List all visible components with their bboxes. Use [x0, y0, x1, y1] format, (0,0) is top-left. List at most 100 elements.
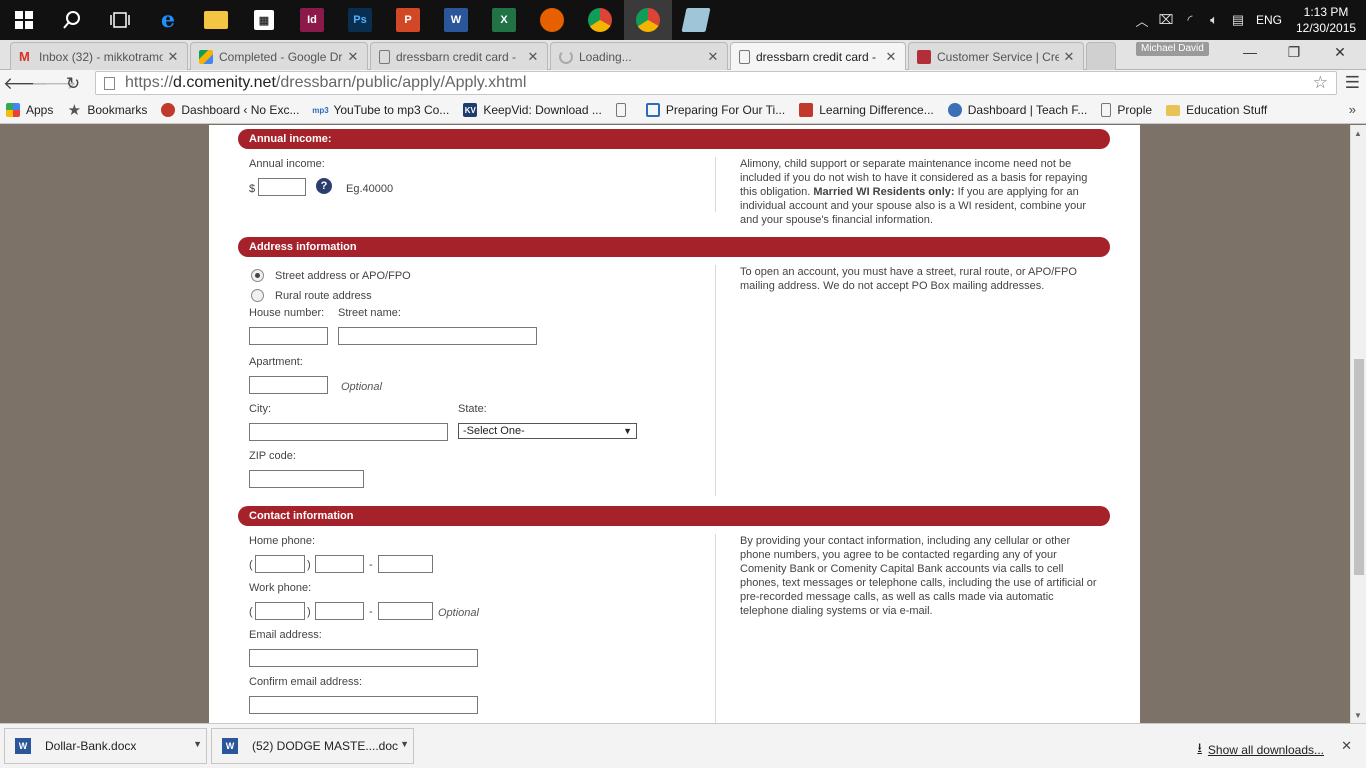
profile-name-chip[interactable]: Michael David — [1136, 42, 1209, 56]
show-all-downloads-link[interactable]: ⭳ Show all downloads... — [1197, 739, 1324, 761]
bookmark-star-icon[interactable]: ☆ — [1313, 73, 1328, 93]
taskbar-store[interactable]: ▦ — [240, 0, 288, 40]
chevron-down-icon[interactable]: ▼ — [400, 739, 409, 749]
page-icon — [615, 103, 626, 117]
taskbar-notes[interactable] — [672, 0, 720, 40]
bookmark-blank-page[interactable] — [615, 103, 632, 117]
back-button[interactable]: 🡐 — [3, 74, 49, 94]
system-tray: ︿ ⌧ ◜ 🔈︎ ▤ ENG 1:13 PM 12/30/2015 — [1130, 0, 1366, 40]
scroll-up-icon[interactable]: ▲ — [1354, 129, 1362, 138]
work-phone-area-code-input[interactable] — [255, 602, 305, 620]
annual-income-input[interactable] — [258, 178, 306, 196]
taskbar-powerpoint[interactable]: P — [384, 0, 432, 40]
clock-time: 1:13 PM — [1303, 5, 1349, 19]
rural-route-radio[interactable] — [251, 289, 264, 302]
taskbar-indesign[interactable]: Id — [288, 0, 336, 40]
download-item[interactable]: W (52) DODGE MASTE....doc ▼ — [211, 728, 414, 764]
bookmark-learning-difference[interactable]: Learning Difference... — [799, 103, 934, 117]
taskbar-firefox[interactable] — [528, 0, 576, 40]
search-icon — [63, 11, 80, 29]
work-phone-prefix-input[interactable] — [315, 602, 364, 620]
clock[interactable]: 1:13 PM 12/30/2015 — [1296, 4, 1356, 36]
address-bar[interactable]: https://d.comenity.net/dressbarn/public/… — [95, 71, 1337, 95]
close-tab-icon[interactable]: ✕ — [347, 49, 359, 65]
bookmark-education-stuff[interactable]: Education Stuff — [1166, 103, 1267, 117]
street-address-radio[interactable] — [251, 269, 264, 282]
state-select[interactable]: -Select One- ▼ — [458, 423, 637, 439]
tab-loading[interactable]: Loading... ✕ — [550, 42, 728, 70]
bookmark-apps[interactable]: Apps — [6, 103, 53, 117]
scroll-thumb[interactable] — [1354, 359, 1364, 575]
minimize-window-button[interactable]: — — [1240, 44, 1260, 60]
page-scrollbar[interactable]: ▲ ▼ — [1350, 125, 1366, 723]
taskbar-chrome-active[interactable] — [624, 0, 672, 40]
restore-window-button[interactable]: ❐ — [1284, 44, 1304, 61]
taskbar-file-explorer[interactable] — [192, 0, 240, 40]
email-input[interactable] — [249, 649, 478, 667]
page-info-icon[interactable] — [104, 76, 115, 90]
home-phone-line-input[interactable] — [378, 555, 433, 573]
download-item[interactable]: W Dollar-Bank.docx ▼ — [4, 728, 207, 764]
close-tab-icon[interactable]: ✕ — [885, 49, 897, 65]
confirm-email-input[interactable] — [249, 696, 478, 714]
taskbar-excel[interactable]: X — [480, 0, 528, 40]
bookmark-bookmarks[interactable]: ★ Bookmarks — [67, 102, 148, 119]
tab-dressbarn-active[interactable]: dressbarn credit card - ✕ — [730, 42, 906, 71]
home-phone-prefix-input[interactable] — [315, 555, 364, 573]
chevron-up-icon[interactable]: ︿ — [1130, 11, 1154, 30]
street-name-input[interactable] — [338, 327, 537, 345]
bookmark-youtube-mp3[interactable]: mp3 YouTube to mp3 Co... — [312, 103, 449, 117]
annual-income-info: Alimony, child support or separate maint… — [740, 158, 1088, 226]
bookmark-teach-for[interactable]: Dashboard | Teach F... — [947, 103, 1087, 117]
new-tab-button[interactable] — [1086, 42, 1116, 70]
annual-income-header: Annual income: — [238, 129, 1110, 149]
taskbar-word[interactable]: W — [432, 0, 480, 40]
bookmark-dashboard-no-excuses[interactable]: Dashboard ‹ No Exc... — [161, 103, 299, 117]
mp3-icon: mp3 — [312, 105, 329, 115]
bookmark-prople[interactable]: Prople — [1101, 103, 1152, 117]
keepvid-icon: KV — [463, 103, 478, 117]
home-phone-area-code-input[interactable] — [255, 555, 305, 573]
search-button[interactable] — [48, 0, 96, 40]
learning-icon — [799, 103, 814, 117]
house-number-input[interactable] — [249, 327, 328, 345]
bookmarks-bar: Apps ★ Bookmarks Dashboard ‹ No Exc... mp… — [0, 97, 1366, 124]
taskbar-edge[interactable]: e — [144, 0, 192, 40]
tab-google-drive[interactable]: Completed - Google Dr ✕ — [190, 42, 368, 70]
tab-gmail[interactable]: M Inbox (32) - mikkotramo ✕ — [10, 42, 188, 70]
close-tab-icon[interactable]: ✕ — [167, 49, 179, 65]
apartment-optional-hint: Optional — [341, 381, 382, 393]
close-tab-icon[interactable]: ✕ — [1063, 49, 1075, 65]
volume-icon[interactable]: 🔈︎ — [1202, 12, 1226, 28]
close-tab-icon[interactable]: ✕ — [527, 49, 539, 65]
tab-customer-service[interactable]: Customer Service | Crec ✕ — [908, 42, 1084, 70]
reload-button[interactable]: ↻ — [59, 74, 87, 94]
help-icon[interactable]: ? — [316, 178, 332, 194]
work-phone-line-input[interactable] — [378, 602, 433, 620]
apartment-input[interactable] — [249, 376, 328, 394]
chevron-down-icon[interactable]: ▼ — [193, 739, 202, 749]
scroll-down-icon[interactable]: ▼ — [1354, 711, 1362, 720]
bookmark-preparing[interactable]: Preparing For Our Ti... — [645, 103, 785, 117]
word-document-icon: W — [222, 738, 238, 754]
close-shelf-icon[interactable]: ✕ — [1341, 738, 1352, 754]
windows-start-button[interactable] — [0, 0, 48, 40]
close-window-button[interactable]: ✕ — [1330, 44, 1350, 61]
tab-dressbarn-1[interactable]: dressbarn credit card - ✕ — [370, 42, 548, 70]
taskbar-chrome[interactable] — [576, 0, 624, 40]
network-icon[interactable]: ⌧ — [1154, 12, 1178, 28]
task-view-button[interactable] — [96, 0, 144, 40]
forward-button[interactable]: 🡒 — [31, 74, 77, 94]
city-input[interactable] — [249, 423, 448, 441]
action-center-icon[interactable]: ▤ — [1226, 12, 1250, 28]
taskbar-photoshop[interactable]: Ps — [336, 0, 384, 40]
wifi-icon[interactable]: ◜ — [1178, 12, 1202, 28]
close-tab-icon[interactable]: ✕ — [707, 49, 719, 65]
edge-icon: e — [161, 7, 175, 33]
bookmark-keepvid[interactable]: KV KeepVid: Download ... — [463, 103, 602, 117]
chrome-menu-icon[interactable]: ☰ — [1345, 73, 1360, 93]
bookmarks-overflow-icon[interactable]: » — [1349, 102, 1356, 117]
zip-code-input[interactable] — [249, 470, 364, 488]
chrome-icon — [636, 8, 660, 32]
language-indicator[interactable]: ENG — [1256, 13, 1282, 27]
